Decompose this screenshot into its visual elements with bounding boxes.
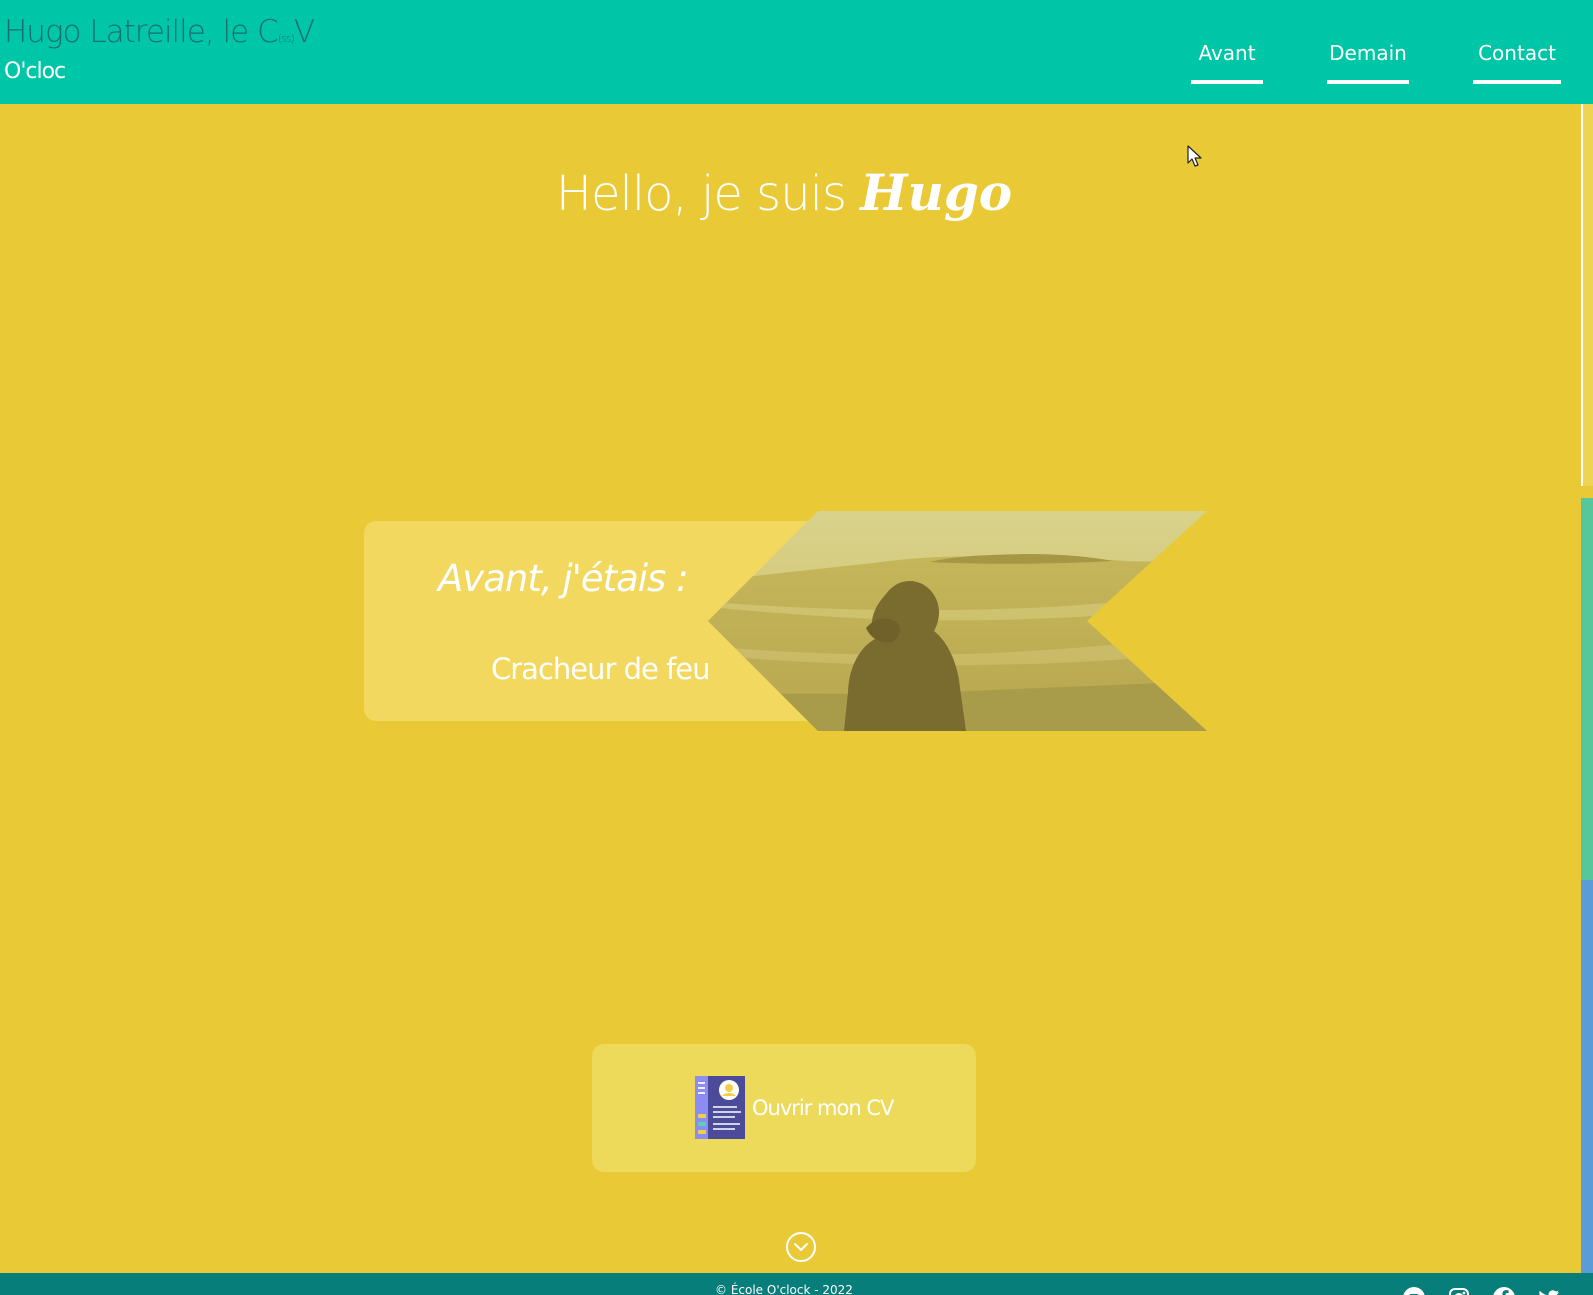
scroll-section-green (1581, 498, 1593, 880)
site-header: Hugo Latreille, le C(ss)V O'cloc Avant D… (0, 0, 1593, 104)
hero-heading: Hello, je suis Hugo (0, 158, 1568, 229)
hero-prefix: Hello, je suis (555, 166, 861, 222)
nav-link-contact[interactable]: Contact (1473, 40, 1561, 84)
site-title-prefix: Hugo Latreille, le C (4, 14, 279, 50)
twitter-icon[interactable] (1536, 1285, 1562, 1295)
cv-page: Hugo Latreille, le C(ss)V O'cloc Avant D… (0, 0, 1593, 1295)
instagram-icon[interactable] (1446, 1285, 1472, 1295)
scroll-section-blue (1581, 880, 1593, 1273)
mouse-cursor-icon (1187, 145, 1202, 167)
site-title-small-text: (ss) (277, 32, 295, 45)
site-subtitle: O'cloc (4, 59, 66, 84)
hero-name: Hugo (860, 163, 1013, 222)
email-icon[interactable] (1401, 1285, 1427, 1295)
site-footer: © École O'clock - 2022 (0, 1273, 1593, 1295)
beach-photo (708, 511, 1207, 731)
cv-document-icon (695, 1076, 745, 1139)
nav-link-demain[interactable]: Demain (1327, 40, 1409, 84)
site-title-suffix: V (293, 14, 315, 50)
facebook-icon[interactable] (1491, 1285, 1517, 1295)
site-title: Hugo Latreille, le C(ss)V (4, 13, 315, 58)
copyright-text: © École O'clock - 2022 (715, 1283, 853, 1295)
previous-role-job: Cracheur de feu (491, 652, 711, 686)
previous-role-heading: Avant, j'étais : (438, 557, 689, 600)
scroll-thumb[interactable] (1581, 104, 1593, 486)
nav-link-avant[interactable]: Avant (1191, 40, 1263, 84)
chevron-down-circle-icon[interactable] (785, 1231, 817, 1263)
open-cv-label: Ouvrir mon CV (752, 1096, 894, 1120)
